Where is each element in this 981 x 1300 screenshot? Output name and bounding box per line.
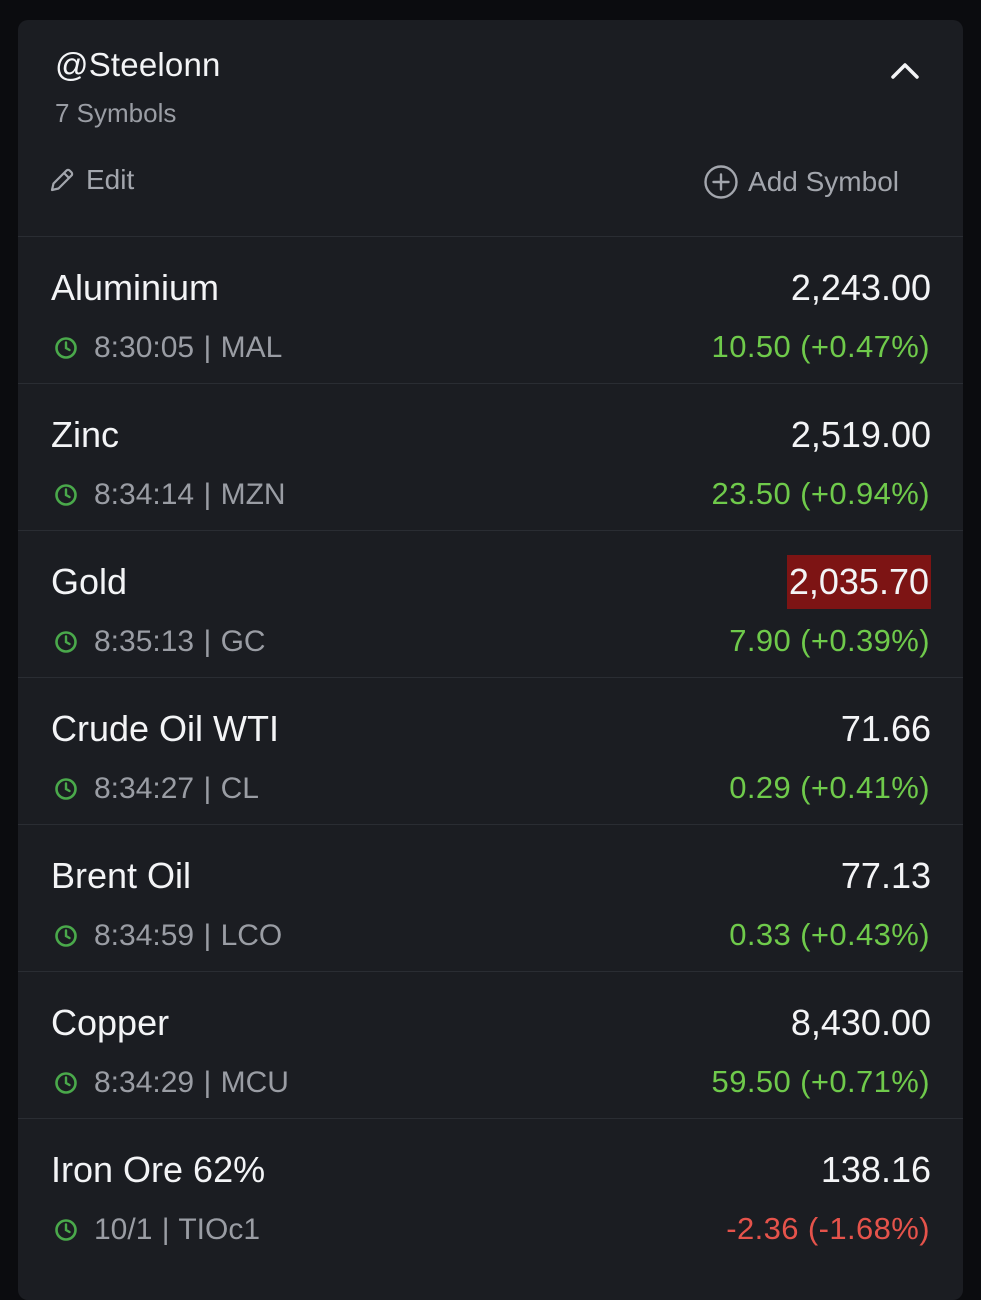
- ticker: GC: [220, 625, 266, 658]
- add-symbol-label: Add Symbol: [748, 166, 899, 197]
- chevron-up-icon: [891, 63, 919, 79]
- ticker: MCU: [220, 1066, 289, 1099]
- price-change: 10.50 (+0.47%): [712, 329, 930, 365]
- ticker: MAL: [220, 331, 283, 364]
- price-change: 23.50 (+0.94%): [712, 476, 930, 512]
- change-value: 23.50: [711, 476, 792, 511]
- update-time: 8:34:29: [94, 1066, 195, 1099]
- symbol-row-crude-oil-wti[interactable]: Crude Oil WTI 8:34:27 | CL 71.66 0.29 (+…: [18, 678, 963, 825]
- symbol-name: Zinc: [51, 414, 120, 455]
- symbol-name: Gold: [51, 561, 128, 602]
- last-price: 2,035.70: [786, 555, 931, 609]
- clock-icon: [55, 631, 77, 653]
- symbol-row-gold[interactable]: Gold 8:35:13 | GC 2,035.70 7.90 (+0.39%): [18, 531, 963, 678]
- change-value: 10.50: [711, 329, 792, 364]
- change-value: 0.29: [729, 770, 792, 805]
- symbol-name: Iron Ore 62%: [51, 1149, 266, 1190]
- clock-icon: [55, 925, 77, 947]
- change-percent: (+0.47%): [800, 329, 930, 364]
- update-time: 8:30:05: [94, 331, 195, 364]
- price-change: 59.50 (+0.71%): [712, 1064, 930, 1100]
- symbol-meta: 8:30:05 | MAL: [54, 331, 282, 365]
- symbol-row-brent-oil[interactable]: Brent Oil 8:34:59 | LCO 77.13 0.33 (+0.4…: [18, 825, 963, 972]
- watchlist-header: @Steelonn 7 Symbols Edit Add Symbol: [18, 20, 963, 237]
- symbol-meta: 8:35:13 | GC: [54, 625, 266, 659]
- price-change: 0.29 (+0.41%): [729, 770, 930, 806]
- update-time: 10/1: [94, 1213, 153, 1246]
- symbol-row-zinc[interactable]: Zinc 8:34:14 | MZN 2,519.00 23.50 (+0.94…: [18, 384, 963, 531]
- edit-label: Edit: [86, 164, 135, 195]
- change-value: 0.33: [729, 917, 792, 952]
- change-percent: (+0.71%): [800, 1064, 930, 1099]
- ticker: TIOc1: [178, 1213, 261, 1246]
- last-price: 138.16: [820, 1149, 931, 1190]
- watchlist-panel: @Steelonn 7 Symbols Edit Add Symbol Alum: [18, 20, 963, 1300]
- symbol-meta: 8:34:27 | CL: [54, 772, 259, 806]
- price-change: 7.90 (+0.39%): [729, 623, 930, 659]
- edit-button[interactable]: Edit: [48, 164, 134, 196]
- change-value: -2.36: [726, 1211, 799, 1246]
- update-time: 8:35:13: [94, 625, 195, 658]
- change-value: 7.90: [729, 623, 792, 658]
- symbol-row-aluminium[interactable]: Aluminium 8:30:05 | MAL 2,243.00 10.50 (…: [18, 237, 963, 384]
- symbol-name: Aluminium: [51, 267, 220, 308]
- symbol-row-iron-ore[interactable]: Iron Ore 62% 10/1 | TIOc1 138.16 -2.36 (…: [18, 1119, 963, 1265]
- symbol-name: Crude Oil WTI: [51, 708, 280, 749]
- last-price: 77.13: [840, 855, 931, 896]
- symbol-count: 7 Symbols: [55, 98, 177, 128]
- update-time: 8:34:14: [94, 478, 195, 511]
- change-percent: (-1.68%): [807, 1211, 930, 1246]
- last-price: 8,430.00: [790, 1002, 931, 1043]
- change-value: 59.50: [711, 1064, 792, 1099]
- last-price: 2,519.00: [790, 414, 931, 455]
- ticker: LCO: [220, 919, 283, 952]
- last-price: 71.66: [840, 708, 931, 749]
- clock-icon: [55, 337, 77, 359]
- collapse-button[interactable]: [889, 56, 921, 84]
- clock-icon: [55, 1219, 77, 1241]
- watchlist-title: @Steelonn: [55, 46, 221, 83]
- last-price: 2,243.00: [790, 267, 931, 308]
- change-percent: (+0.94%): [800, 476, 930, 511]
- price-change: 0.33 (+0.43%): [729, 917, 930, 953]
- change-percent: (+0.43%): [800, 917, 930, 952]
- pencil-icon: [50, 168, 74, 192]
- add-symbol-button[interactable]: Add Symbol: [703, 164, 899, 200]
- symbol-meta: 10/1 | TIOc1: [54, 1213, 260, 1247]
- symbol-name: Brent Oil: [51, 855, 192, 896]
- update-time: 8:34:59: [94, 919, 195, 952]
- ticker: MZN: [220, 478, 286, 511]
- symbol-meta: 8:34:29 | MCU: [54, 1066, 289, 1100]
- clock-icon: [55, 1072, 77, 1094]
- change-percent: (+0.41%): [800, 770, 930, 805]
- clock-icon: [55, 484, 77, 506]
- symbol-row-copper[interactable]: Copper 8:34:29 | MCU 8,430.00 59.50 (+0.…: [18, 972, 963, 1119]
- clock-icon: [55, 778, 77, 800]
- symbol-meta: 8:34:59 | LCO: [54, 919, 282, 953]
- update-time: 8:34:27: [94, 772, 195, 805]
- symbol-meta: 8:34:14 | MZN: [54, 478, 286, 512]
- price-change: -2.36 (-1.68%): [726, 1211, 930, 1247]
- ticker: CL: [220, 772, 259, 805]
- plus-circle-icon: [704, 165, 738, 199]
- symbol-name: Copper: [51, 1002, 170, 1043]
- change-percent: (+0.39%): [800, 623, 930, 658]
- symbol-list: Aluminium 8:30:05 | MAL 2,243.00 10.50 (…: [18, 237, 963, 1265]
